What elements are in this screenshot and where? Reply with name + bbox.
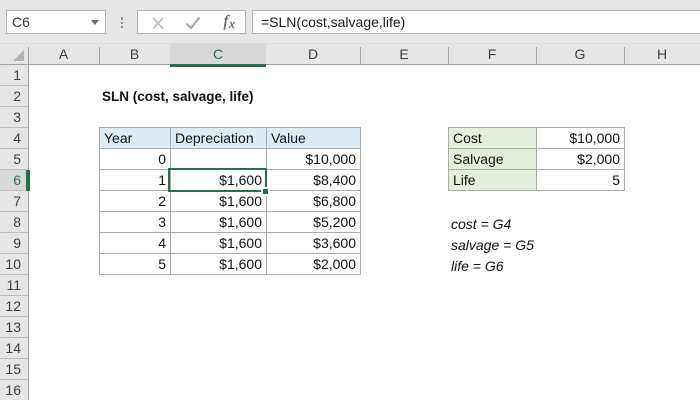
svg-text:x: x xyxy=(228,16,235,31)
